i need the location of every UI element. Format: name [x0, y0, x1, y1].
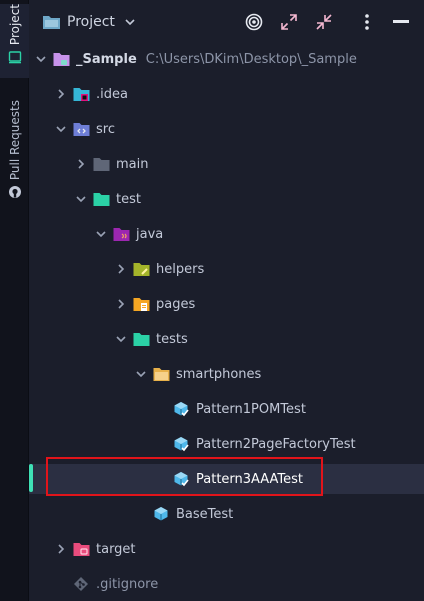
tab-pull-requests[interactable]: Pull Requests — [0, 100, 29, 202]
tree-node-main[interactable]: main — [29, 149, 424, 179]
tree-node-helpers[interactable]: helpers — [29, 254, 424, 284]
collapse-all-button[interactable] — [314, 12, 334, 32]
tree-node-java[interactable]: java — [29, 219, 424, 249]
test-folder-icon — [93, 193, 110, 206]
tab-project[interactable]: Project — [0, 4, 29, 78]
chevron-down-icon[interactable] — [33, 51, 49, 67]
tree-node-idea[interactable]: .idea — [29, 79, 424, 109]
locate-target-icon — [245, 13, 263, 31]
chevron-right-icon[interactable] — [73, 156, 89, 172]
package-folder-icon — [153, 368, 170, 381]
tool-window-strip: Project Pull Requests — [0, 0, 29, 601]
selection-marker — [29, 464, 33, 492]
java-test-class-icon — [174, 472, 189, 487]
target-folder-icon — [73, 543, 90, 556]
helpers-folder-icon — [133, 263, 150, 276]
tab-pull-requests-label: Pull Requests — [7, 100, 22, 181]
chevron-down-icon[interactable] — [93, 226, 109, 242]
tree-node-src[interactable]: src — [29, 114, 424, 144]
tests-folder-icon — [133, 333, 150, 346]
project-header: Project — [29, 0, 424, 44]
tree-node-tests[interactable]: tests — [29, 324, 424, 354]
chevron-down-icon[interactable] — [113, 331, 129, 347]
chevron-down-icon — [125, 19, 135, 26]
tree-node-sample-module[interactable]: _Sample C:\Users\DKim\Desktop\_Sample — [29, 44, 424, 74]
tab-project-label: Project — [7, 4, 22, 46]
java-test-class-icon — [174, 402, 189, 417]
expand-all-button[interactable] — [279, 12, 299, 32]
tree-node-pattern2pagefactorytest[interactable]: Pattern2PageFactoryTest — [29, 429, 424, 459]
chevron-down-icon[interactable] — [53, 121, 69, 137]
chevron-right-icon[interactable] — [53, 86, 69, 102]
expand-all-icon — [281, 14, 297, 30]
tree-node-gitignore[interactable]: .gitignore — [29, 569, 424, 599]
view-selector-dropdown[interactable]: Project — [42, 14, 135, 30]
java-class-icon — [154, 507, 168, 521]
chevron-down-icon[interactable] — [133, 366, 149, 382]
tree-node-smartphones[interactable]: smartphones — [29, 359, 424, 389]
tree-node-pattern3aaatest[interactable]: Pattern3AAATest — [29, 464, 424, 494]
java-folder-icon — [113, 228, 130, 241]
project-tree: _Sample C:\Users\DKim\Desktop\_Sample .i… — [29, 44, 424, 601]
collapse-all-icon — [316, 14, 332, 30]
java-test-class-icon — [174, 437, 189, 452]
git-file-icon — [74, 577, 88, 591]
tree-node-pages[interactable]: pages — [29, 289, 424, 319]
tree-node-basetest[interactable]: BaseTest — [29, 499, 424, 529]
github-icon — [8, 186, 21, 199]
tree-node-pattern1pomtest[interactable]: Pattern1POMTest — [29, 394, 424, 424]
pages-folder-icon — [133, 298, 150, 311]
chevron-right-icon[interactable] — [53, 541, 69, 557]
project-folder-icon — [43, 16, 60, 29]
chevron-right-icon[interactable] — [113, 261, 129, 277]
more-options-icon — [365, 14, 369, 30]
folder-window-icon — [8, 51, 21, 64]
minimize-button[interactable] — [391, 12, 411, 32]
tree-node-test[interactable]: test — [29, 184, 424, 214]
options-menu-button[interactable] — [357, 12, 377, 32]
locate-button[interactable] — [244, 12, 264, 32]
minimize-icon — [393, 20, 409, 23]
chevron-down-icon[interactable] — [73, 191, 89, 207]
view-title: Project — [67, 14, 115, 30]
source-folder-icon — [73, 123, 90, 136]
folder-icon — [93, 158, 110, 171]
idea-folder-icon — [73, 88, 90, 101]
chevron-right-icon[interactable] — [113, 296, 129, 312]
tree-node-target[interactable]: target — [29, 534, 424, 564]
module-folder-icon — [53, 53, 70, 66]
